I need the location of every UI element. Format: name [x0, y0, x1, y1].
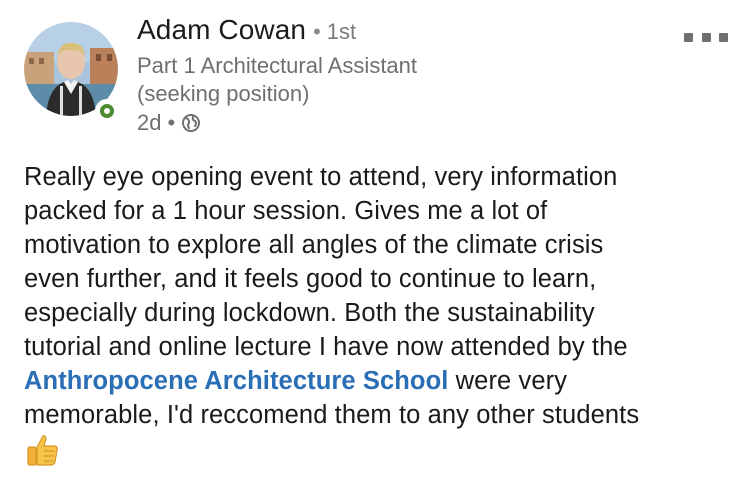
post-body-line — [24, 432, 736, 471]
online-status-icon — [95, 99, 119, 123]
author-headline-line2: (seeking position) — [137, 81, 310, 106]
more-options-dot — [701, 32, 711, 42]
company-mention-link[interactable]: Anthropocene Architecture School — [24, 367, 448, 395]
post-body-line: tutorial and online lecture I have now a… — [24, 333, 628, 361]
author-headline-line1: Part 1 Architectural Assistant — [137, 53, 418, 78]
online-status-ring — [100, 104, 114, 118]
author-name[interactable]: Adam Cowan — [137, 14, 306, 46]
author-name-line: Adam Cowan • 1st — [137, 14, 657, 52]
post-body-line: especially during lockdown. Both the sus… — [24, 299, 595, 327]
more-options-dot — [684, 32, 693, 42]
post-body: Really eye opening event to attend, very… — [24, 160, 736, 471]
name-separator: • — [313, 19, 321, 44]
post-body-line: packed for a 1 hour session. Gives me a … — [24, 197, 548, 225]
post-body-fragment: were very — [448, 367, 568, 395]
thumbs-up-emoji-icon — [27, 435, 58, 466]
globe-icon — [182, 114, 201, 132]
author-avatar[interactable] — [24, 22, 119, 123]
post-body-line: Anthropocene Architecture School were ve… — [24, 364, 736, 398]
post-body-line: even further, and it feels good to conti… — [24, 265, 597, 293]
post-header: Adam Cowan • 1st Part 1 Architectural As… — [137, 14, 657, 137]
meta-separator: • — [167, 110, 176, 135]
post-body-line: motivation to explore all angles of the … — [24, 231, 604, 259]
more-options-button[interactable] — [684, 30, 728, 44]
post-meta: 2d • — [137, 109, 657, 137]
linkedin-post: Adam Cowan • 1st Part 1 Architectural As… — [0, 0, 750, 477]
connection-degree: 1st — [326, 19, 357, 44]
more-options-dot — [719, 32, 728, 42]
post-body-line: memorable, I'd reccomend them to any oth… — [24, 401, 640, 429]
post-time: 2d — [137, 110, 162, 135]
post-body-line: Really eye opening event to attend, very… — [24, 163, 618, 191]
